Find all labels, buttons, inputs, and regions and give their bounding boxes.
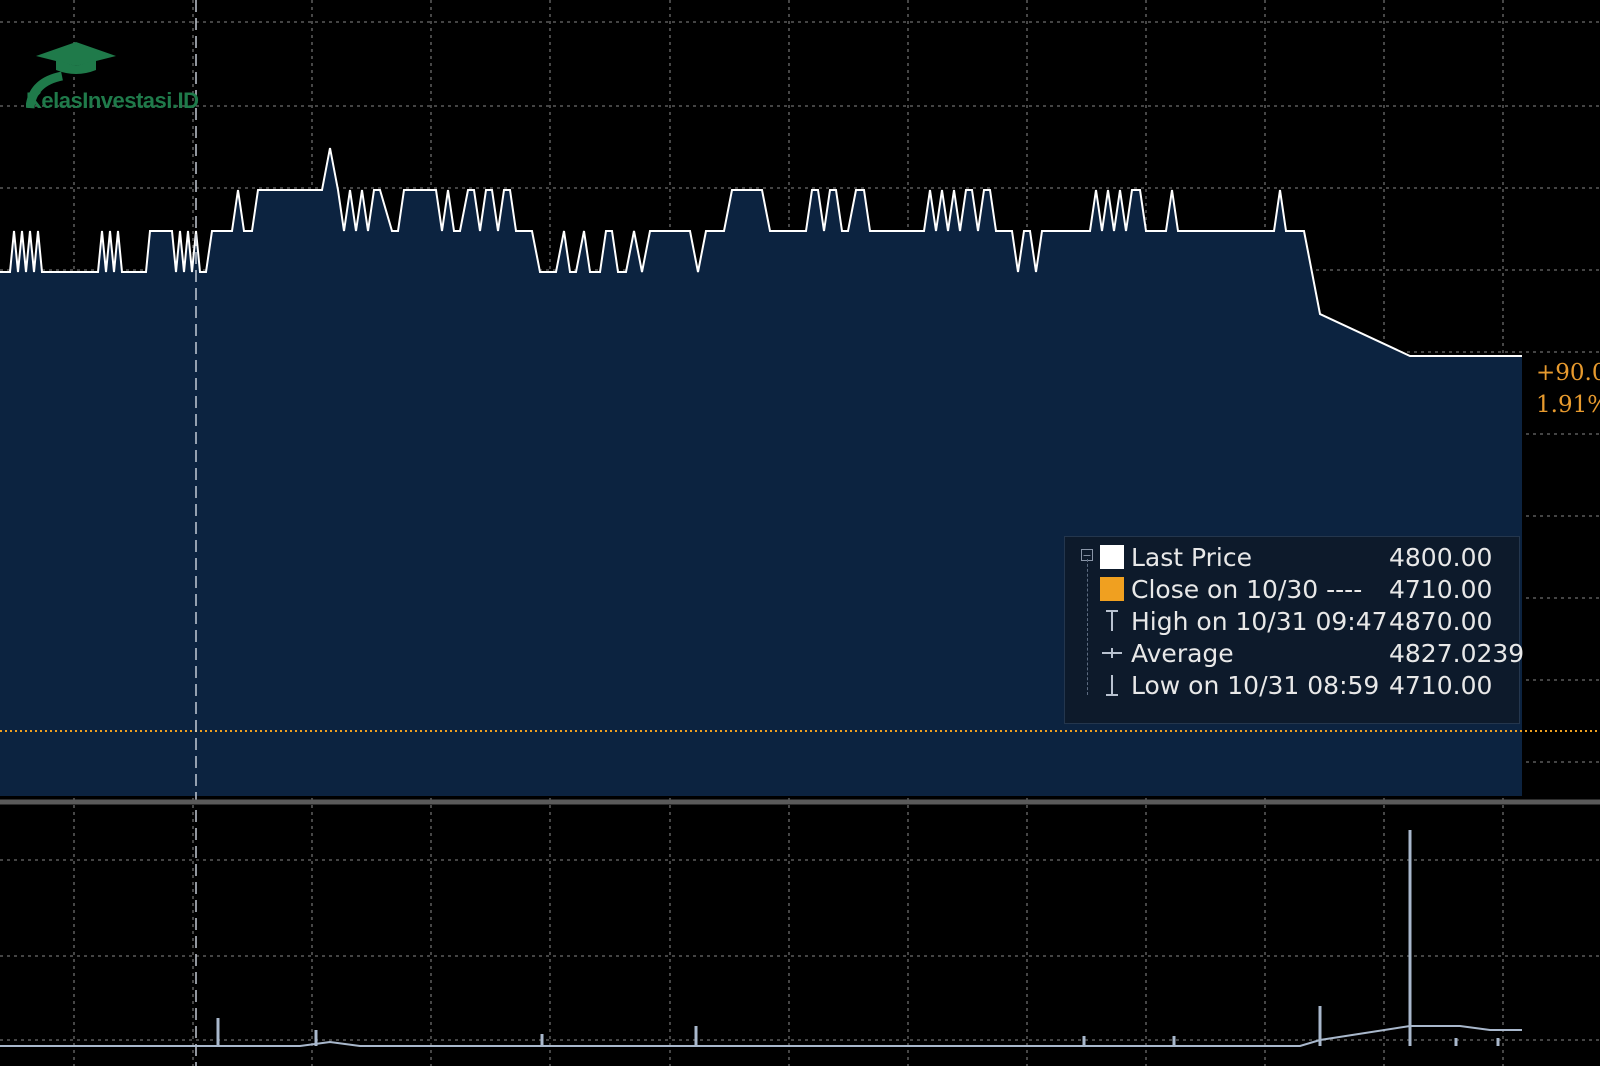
change-percent: 1.91% — [1536, 392, 1600, 418]
legend-label: High on 10/31 09:47 — [1131, 607, 1388, 636]
legend-label: Low on 10/31 08:59 — [1131, 671, 1380, 700]
low-marker-icon — [1106, 675, 1118, 696]
high-marker-icon — [1106, 610, 1118, 631]
volume-panel — [216, 830, 1500, 1046]
legend-row-high[interactable]: High on 10/31 09:47 4870.00 — [1065, 605, 1519, 637]
legend-row-last-price[interactable]: Last Price 4800.00 — [1065, 541, 1519, 573]
legend-label: Close on 10/30 ---- — [1131, 575, 1363, 604]
change-points: +90.0 — [1536, 360, 1600, 386]
logo-text: KelasInvestasi.ID — [26, 88, 199, 113]
legend-label: Average — [1131, 639, 1234, 668]
legend-value: 4800.00 — [1389, 543, 1493, 572]
volume-baseline — [0, 1025, 1522, 1047]
white-square-icon — [1100, 545, 1124, 569]
intraday-price-chart — [0, 0, 1600, 1066]
legend-value: 4710.00 — [1389, 575, 1493, 604]
legend-value: 4870.00 — [1389, 607, 1493, 636]
legend-value: 4827.0239 — [1389, 639, 1525, 668]
average-marker-icon — [1102, 648, 1122, 658]
legend-row-close[interactable]: Close on 10/30 ---- 4710.00 — [1065, 573, 1519, 605]
legend-label: Last Price — [1131, 543, 1253, 572]
legend-row-average[interactable]: Average 4827.0239 — [1065, 637, 1524, 669]
price-legend[interactable]: − Last Price 4800.00 Close on 10/30 ----… — [1064, 536, 1524, 724]
orange-square-icon — [1100, 577, 1124, 601]
legend-value: 4710.00 — [1389, 671, 1493, 700]
legend-row-low[interactable]: Low on 10/31 08:59 4710.00 — [1065, 669, 1519, 701]
